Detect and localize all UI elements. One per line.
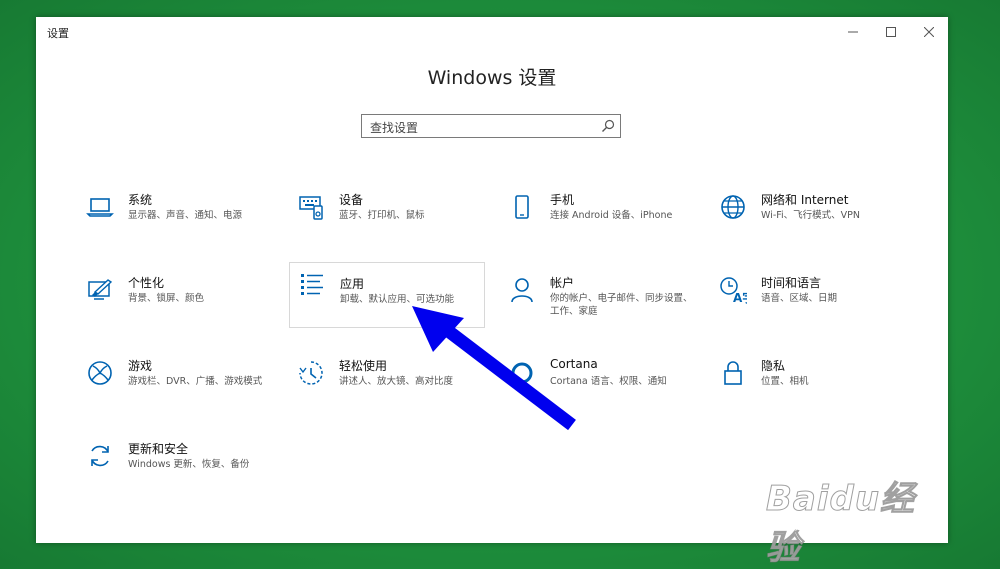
person-icon (508, 276, 536, 304)
tile-description: 语音、区域、日期 (761, 293, 838, 304)
lock-icon (719, 359, 747, 387)
tile-description: 卸载、默认应用、可选功能 (340, 294, 455, 305)
tile-title: 设备 (339, 193, 364, 207)
tile-title: 网络和 Internet (761, 193, 849, 207)
paint-brush-icon (86, 276, 114, 304)
globe-icon (719, 193, 747, 221)
tile-title: Cortana (550, 357, 598, 371)
tile-description: 背景、锁屏、颜色 (128, 293, 205, 304)
tile-title: 应用 (340, 277, 365, 291)
ease-of-access-icon (297, 359, 325, 387)
tile-network[interactable]: 网络和 Internet Wi-Fi、飞行模式、VPN (711, 185, 907, 251)
tile-personalization[interactable]: 个性化 背景、锁屏、颜色 (78, 268, 274, 334)
tile-description: Cortana 语言、权限、通知 (550, 376, 667, 387)
minimize-icon (848, 31, 858, 33)
close-icon (924, 27, 934, 37)
tile-description: 你的帐户、电子邮件、同步设置、工作、家庭 (550, 293, 693, 317)
tile-title: 隐私 (761, 359, 786, 373)
maximize-icon (886, 27, 896, 37)
tile-description: Windows 更新、恢复、备份 (128, 459, 250, 470)
tile-cortana[interactable]: Cortana Cortana 语言、权限、通知 (500, 351, 696, 417)
tile-title: 游戏 (128, 359, 153, 373)
window-controls (834, 17, 948, 47)
tile-title: 时间和语言 (761, 276, 822, 290)
search-placeholder: 查找设置 (370, 121, 419, 135)
tile-devices[interactable]: 设备 蓝牙、打印机、鼠标 (289, 185, 485, 251)
tile-description: Wi-Fi、飞行模式、VPN (761, 210, 860, 221)
tile-phone[interactable]: 手机 连接 Android 设备、iPhone (500, 185, 696, 251)
tile-gaming[interactable]: 游戏 游戏栏、DVR、广播、游戏模式 (78, 351, 274, 417)
title-bar[interactable]: 设置 (36, 17, 948, 47)
maximize-button[interactable] (872, 17, 910, 47)
tile-title: 更新和安全 (128, 442, 189, 456)
tile-description: 连接 Android 设备、iPhone (550, 210, 673, 221)
tile-title: 个性化 (128, 276, 165, 290)
time-language-icon: A字 (719, 276, 747, 304)
tile-description: 讲述人、放大镜、高对比度 (339, 376, 454, 387)
tile-system[interactable]: 系统 显示器、声音、通知、电源 (78, 185, 274, 251)
tile-description: 显示器、声音、通知、电源 (128, 210, 243, 221)
tile-description: 位置、相机 (761, 376, 809, 387)
tile-description: 蓝牙、打印机、鼠标 (339, 210, 425, 221)
xbox-icon (86, 359, 114, 387)
settings-window: 设置 Windows 设置 查找设置 系统 显示器、声音、通知、电源 设备 蓝牙… (36, 17, 948, 543)
close-button[interactable] (910, 17, 948, 47)
page-title: Windows 设置 (427, 67, 557, 89)
tile-title: 手机 (550, 193, 575, 207)
window-title: 设置 (47, 27, 69, 40)
tile-description: 游戏栏、DVR、广播、游戏模式 (128, 376, 263, 387)
tile-update-security[interactable]: 更新和安全 Windows 更新、恢复、备份 (78, 434, 274, 500)
tile-title: 轻松使用 (339, 359, 388, 373)
tile-title: 系统 (128, 193, 153, 207)
tile-privacy[interactable]: 隐私 位置、相机 (711, 351, 907, 417)
tile-title: 帐户 (550, 276, 575, 290)
tile-apps[interactable]: 应用 卸载、默认应用、可选功能 (289, 262, 485, 328)
keyboard-devices-icon (297, 193, 325, 221)
search-input[interactable]: 查找设置 (361, 114, 621, 138)
phone-icon (508, 193, 536, 221)
sync-icon (86, 442, 114, 470)
svg-text:A字: A字 (733, 290, 747, 304)
search-icon[interactable] (601, 119, 615, 133)
minimize-button[interactable] (834, 17, 872, 47)
cortana-icon (508, 359, 536, 387)
tile-accounts[interactable]: 帐户 你的帐户、电子邮件、同步设置、工作、家庭 (500, 268, 696, 334)
laptop-icon (86, 193, 114, 221)
apps-list-icon (298, 271, 326, 299)
tile-ease-of-access[interactable]: 轻松使用 讲述人、放大镜、高对比度 (289, 351, 485, 417)
tile-time-language[interactable]: A字 时间和语言 语音、区域、日期 (711, 268, 907, 334)
